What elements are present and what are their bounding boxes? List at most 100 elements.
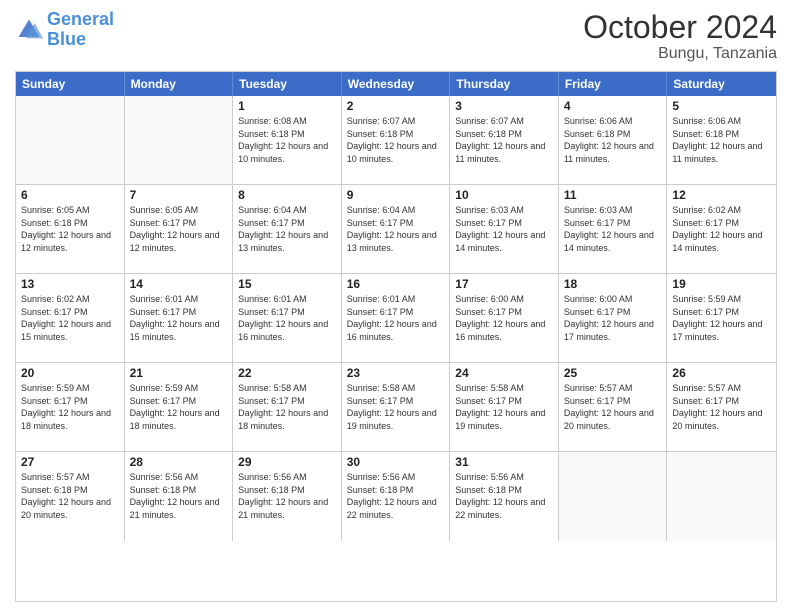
day-info: Sunrise: 6:03 AMSunset: 6:17 PMDaylight:… — [455, 204, 553, 254]
calendar-body: 1 Sunrise: 6:08 AMSunset: 6:18 PMDaylight… — [16, 96, 776, 541]
day-info: Sunrise: 6:02 AMSunset: 6:17 PMDaylight:… — [672, 204, 771, 254]
calendar-cell: 19Sunrise: 5:59 AMSunset: 6:17 PMDayligh… — [667, 274, 776, 362]
calendar-cell: 21 Sunrise: 5:59 AMSunset: 6:17 PMDayligh… — [125, 363, 234, 451]
day-info: Sunrise: 5:58 AMSunset: 6:17 PMDaylight:… — [347, 382, 445, 432]
calendar-row: 20Sunrise: 5:59 AMSunset: 6:17 PMDayligh… — [16, 363, 776, 452]
calendar-cell — [559, 452, 668, 541]
calendar-cell: 5Sunrise: 6:06 AMSunset: 6:18 PMDaylight… — [667, 96, 776, 184]
day-number: 12 — [672, 188, 771, 202]
day-info: Sunrise: 5:59 AMSunset: 6:17 PMDaylight:… — [130, 382, 228, 432]
day-number: 28 — [130, 455, 228, 469]
calendar-cell: 31 Sunrise: 5:56 AMSunset: 6:18 PMDayligh… — [450, 452, 559, 541]
calendar-cell: 9Sunrise: 6:04 AMSunset: 6:17 PMDaylight… — [342, 185, 451, 273]
day-info: Sunrise: 6:00 AMSunset: 6:17 PMDaylight:… — [455, 293, 553, 343]
day-info: Sunrise: 5:56 AMSunset: 6:18 PMDaylight:… — [238, 471, 336, 521]
calendar-cell: 14 Sunrise: 6:01 AMSunset: 6:17 PMDayligh… — [125, 274, 234, 362]
day-number: 2 — [347, 99, 445, 113]
day-number: 21 — [130, 366, 228, 380]
day-number: 30 — [347, 455, 445, 469]
day-info: Sunrise: 6:07 AMSunset: 6:18 PMDaylight:… — [347, 115, 445, 165]
day-info: Sunrise: 5:57 AMSunset: 6:18 PMDaylight:… — [21, 471, 119, 521]
calendar-cell: 20Sunrise: 5:59 AMSunset: 6:17 PMDayligh… — [16, 363, 125, 451]
calendar-cell: 6 Sunrise: 6:05 AMSunset: 6:18 PMDaylight… — [16, 185, 125, 273]
day-info: Sunrise: 5:57 AMSunset: 6:17 PMDaylight:… — [564, 382, 662, 432]
day-number: 14 — [130, 277, 228, 291]
calendar-cell: 3 Sunrise: 6:07 AMSunset: 6:18 PMDaylight… — [450, 96, 559, 184]
day-number: 4 — [564, 99, 662, 113]
calendar-row: 6 Sunrise: 6:05 AMSunset: 6:18 PMDaylight… — [16, 185, 776, 274]
day-number: 15 — [238, 277, 336, 291]
calendar-cell: 2 Sunrise: 6:07 AMSunset: 6:18 PMDaylight… — [342, 96, 451, 184]
day-number: 8 — [238, 188, 336, 202]
day-number: 31 — [455, 455, 553, 469]
calendar-cell: 29Sunrise: 5:56 AMSunset: 6:18 PMDayligh… — [233, 452, 342, 541]
day-info: Sunrise: 6:04 AMSunset: 6:17 PMDaylight:… — [238, 204, 336, 254]
weekday-header: Wednesday — [342, 72, 451, 96]
day-info: Sunrise: 6:05 AMSunset: 6:17 PMDaylight:… — [130, 204, 228, 254]
day-number: 23 — [347, 366, 445, 380]
calendar-row: 27Sunrise: 5:57 AMSunset: 6:18 PMDayligh… — [16, 452, 776, 541]
logo-icon — [15, 16, 43, 44]
logo-line2: Blue — [47, 29, 86, 49]
day-number: 7 — [130, 188, 228, 202]
day-info: Sunrise: 6:01 AMSunset: 6:17 PMDaylight:… — [130, 293, 228, 343]
month-title: October 2024 — [583, 10, 777, 45]
title-block: October 2024 Bungu, Tanzania — [583, 10, 777, 63]
calendar-cell: 13 Sunrise: 6:02 AMSunset: 6:17 PMDayligh… — [16, 274, 125, 362]
day-number: 6 — [21, 188, 119, 202]
calendar-cell — [16, 96, 125, 184]
day-info: Sunrise: 6:08 AMSunset: 6:18 PMDaylight:… — [238, 115, 336, 165]
day-number: 19 — [672, 277, 771, 291]
calendar: SundayMondayTuesdayWednesdayThursdayFrid… — [15, 71, 777, 602]
calendar-row: 1 Sunrise: 6:08 AMSunset: 6:18 PMDaylight… — [16, 96, 776, 185]
weekday-header: Friday — [559, 72, 668, 96]
calendar-cell: 27Sunrise: 5:57 AMSunset: 6:18 PMDayligh… — [16, 452, 125, 541]
day-number: 3 — [455, 99, 553, 113]
weekday-header: Tuesday — [233, 72, 342, 96]
day-number: 25 — [564, 366, 662, 380]
calendar-cell: 25 Sunrise: 5:57 AMSunset: 6:17 PMDayligh… — [559, 363, 668, 451]
day-info: Sunrise: 6:05 AMSunset: 6:18 PMDaylight:… — [21, 204, 119, 254]
calendar-cell: 22Sunrise: 5:58 AMSunset: 6:17 PMDayligh… — [233, 363, 342, 451]
day-info: Sunrise: 5:56 AMSunset: 6:18 PMDaylight:… — [455, 471, 553, 521]
day-info: Sunrise: 5:57 AMSunset: 6:17 PMDaylight:… — [672, 382, 771, 432]
weekday-header: Monday — [125, 72, 234, 96]
day-number: 10 — [455, 188, 553, 202]
header: General Blue October 2024 Bungu, Tanzani… — [15, 10, 777, 63]
calendar-cell: 1 Sunrise: 6:08 AMSunset: 6:18 PMDaylight… — [233, 96, 342, 184]
day-number: 9 — [347, 188, 445, 202]
day-number: 13 — [21, 277, 119, 291]
day-info: Sunrise: 6:02 AMSunset: 6:17 PMDaylight:… — [21, 293, 119, 343]
logo-line1: General — [47, 9, 114, 29]
day-number: 16 — [347, 277, 445, 291]
day-info: Sunrise: 5:56 AMSunset: 6:18 PMDaylight:… — [347, 471, 445, 521]
calendar-cell: 7 Sunrise: 6:05 AMSunset: 6:17 PMDaylight… — [125, 185, 234, 273]
day-number: 1 — [238, 99, 336, 113]
calendar-cell: 30 Sunrise: 5:56 AMSunset: 6:18 PMDayligh… — [342, 452, 451, 541]
day-number: 17 — [455, 277, 553, 291]
calendar-cell — [667, 452, 776, 541]
logo: General Blue — [15, 10, 114, 50]
calendar-cell: 28 Sunrise: 5:56 AMSunset: 6:18 PMDayligh… — [125, 452, 234, 541]
day-number: 11 — [564, 188, 662, 202]
page: General Blue October 2024 Bungu, Tanzani… — [0, 0, 792, 612]
day-info: Sunrise: 5:56 AMSunset: 6:18 PMDaylight:… — [130, 471, 228, 521]
day-info: Sunrise: 6:00 AMSunset: 6:17 PMDaylight:… — [564, 293, 662, 343]
calendar-header: SundayMondayTuesdayWednesdayThursdayFrid… — [16, 72, 776, 96]
weekday-header: Saturday — [667, 72, 776, 96]
calendar-cell: 8 Sunrise: 6:04 AMSunset: 6:17 PMDaylight… — [233, 185, 342, 273]
day-info: Sunrise: 6:06 AMSunset: 6:18 PMDaylight:… — [672, 115, 771, 165]
day-info: Sunrise: 6:07 AMSunset: 6:18 PMDaylight:… — [455, 115, 553, 165]
calendar-cell: 11 Sunrise: 6:03 AMSunset: 6:17 PMDayligh… — [559, 185, 668, 273]
logo-text: General Blue — [47, 10, 114, 50]
day-info: Sunrise: 5:58 AMSunset: 6:17 PMDaylight:… — [238, 382, 336, 432]
weekday-header: Thursday — [450, 72, 559, 96]
calendar-cell: 4Sunrise: 6:06 AMSunset: 6:18 PMDaylight… — [559, 96, 668, 184]
day-info: Sunrise: 6:01 AMSunset: 6:17 PMDaylight:… — [347, 293, 445, 343]
calendar-cell: 10 Sunrise: 6:03 AMSunset: 6:17 PMDayligh… — [450, 185, 559, 273]
calendar-cell: 26Sunrise: 5:57 AMSunset: 6:17 PMDayligh… — [667, 363, 776, 451]
day-info: Sunrise: 6:03 AMSunset: 6:17 PMDaylight:… — [564, 204, 662, 254]
calendar-cell: 17 Sunrise: 6:00 AMSunset: 6:17 PMDayligh… — [450, 274, 559, 362]
day-info: Sunrise: 5:59 AMSunset: 6:17 PMDaylight:… — [21, 382, 119, 432]
calendar-cell: 18Sunrise: 6:00 AMSunset: 6:17 PMDayligh… — [559, 274, 668, 362]
